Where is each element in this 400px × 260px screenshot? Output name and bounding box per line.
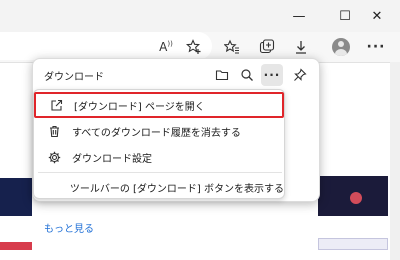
maximize-icon: ☐	[339, 8, 351, 24]
close-window-button[interactable]: ✕	[354, 0, 400, 32]
search-downloads-button[interactable]	[236, 64, 258, 86]
downloads-more-options-button[interactable]: ···	[261, 64, 283, 86]
gear-icon	[42, 151, 66, 164]
download-icon	[296, 41, 306, 54]
folder-icon	[215, 70, 229, 81]
open-downloads-folder-button[interactable]	[211, 64, 233, 86]
collections-button[interactable]	[256, 36, 278, 58]
page-ad-badge	[350, 192, 362, 204]
search-icon	[241, 69, 253, 81]
page-scrollbar[interactable]	[390, 62, 400, 260]
collections-icon	[259, 39, 275, 54]
menu-item-label: すべてのダウンロード履歴を消去する	[72, 127, 241, 139]
pin-downloads-button[interactable]	[289, 64, 311, 86]
trash-icon	[42, 125, 66, 138]
minimize-button[interactable]: —	[276, 0, 322, 32]
more-options-button[interactable]: ···	[365, 36, 387, 58]
more-options-icon: ···	[263, 68, 281, 82]
close-icon: ✕	[371, 8, 383, 24]
menu-item-label: ダウンロード設定	[72, 153, 152, 165]
downloads-panel-title: ダウンロード	[44, 72, 104, 83]
menu-item-open-downloads-page[interactable]: [ダウンロード] ページを開く	[34, 92, 284, 118]
page-banner-image	[0, 178, 32, 216]
downloads-context-menu: [ダウンロード] ページを開く すべてのダウンロード履歴を消去する ダウンロード…	[33, 89, 285, 199]
title-bar: — ☐ ✕	[0, 0, 400, 32]
menu-divider	[38, 172, 282, 173]
minimize-icon: —	[292, 8, 306, 24]
add-favorite-button[interactable]	[183, 36, 205, 58]
profile-icon	[332, 38, 350, 56]
see-more-link[interactable]: もっと見る	[44, 220, 94, 235]
menu-item-clear-history[interactable]: すべてのダウンロード履歴を消去する	[34, 118, 284, 144]
open-external-icon	[44, 99, 68, 112]
read-aloud-icon: A))	[159, 40, 173, 54]
pin-icon	[294, 68, 307, 81]
address-bar[interactable]	[0, 32, 212, 60]
menu-item-show-downloads-button[interactable]: ツールバーの [ダウンロード] ボタンを表示する	[34, 174, 284, 200]
menu-item-label: [ダウンロード] ページを開く	[74, 101, 205, 113]
favorites-icon	[224, 39, 239, 54]
downloads-panel: ダウンロード ··· [ダウンロード] ページを開く すべてのダウンロード履歴を…	[32, 58, 320, 202]
profile-button[interactable]	[330, 36, 352, 58]
page-accent-strip	[0, 242, 32, 250]
page-ad-strip	[318, 238, 388, 250]
menu-item-download-settings[interactable]: ダウンロード設定	[34, 144, 284, 170]
menu-item-label: ツールバーの [ダウンロード] ボタンを表示する	[69, 183, 284, 195]
read-aloud-button[interactable]: A))	[155, 36, 177, 58]
downloads-button[interactable]	[290, 36, 312, 58]
favorites-button[interactable]	[221, 36, 243, 58]
add-favorite-icon	[186, 39, 201, 54]
more-options-icon: ···	[366, 39, 386, 55]
